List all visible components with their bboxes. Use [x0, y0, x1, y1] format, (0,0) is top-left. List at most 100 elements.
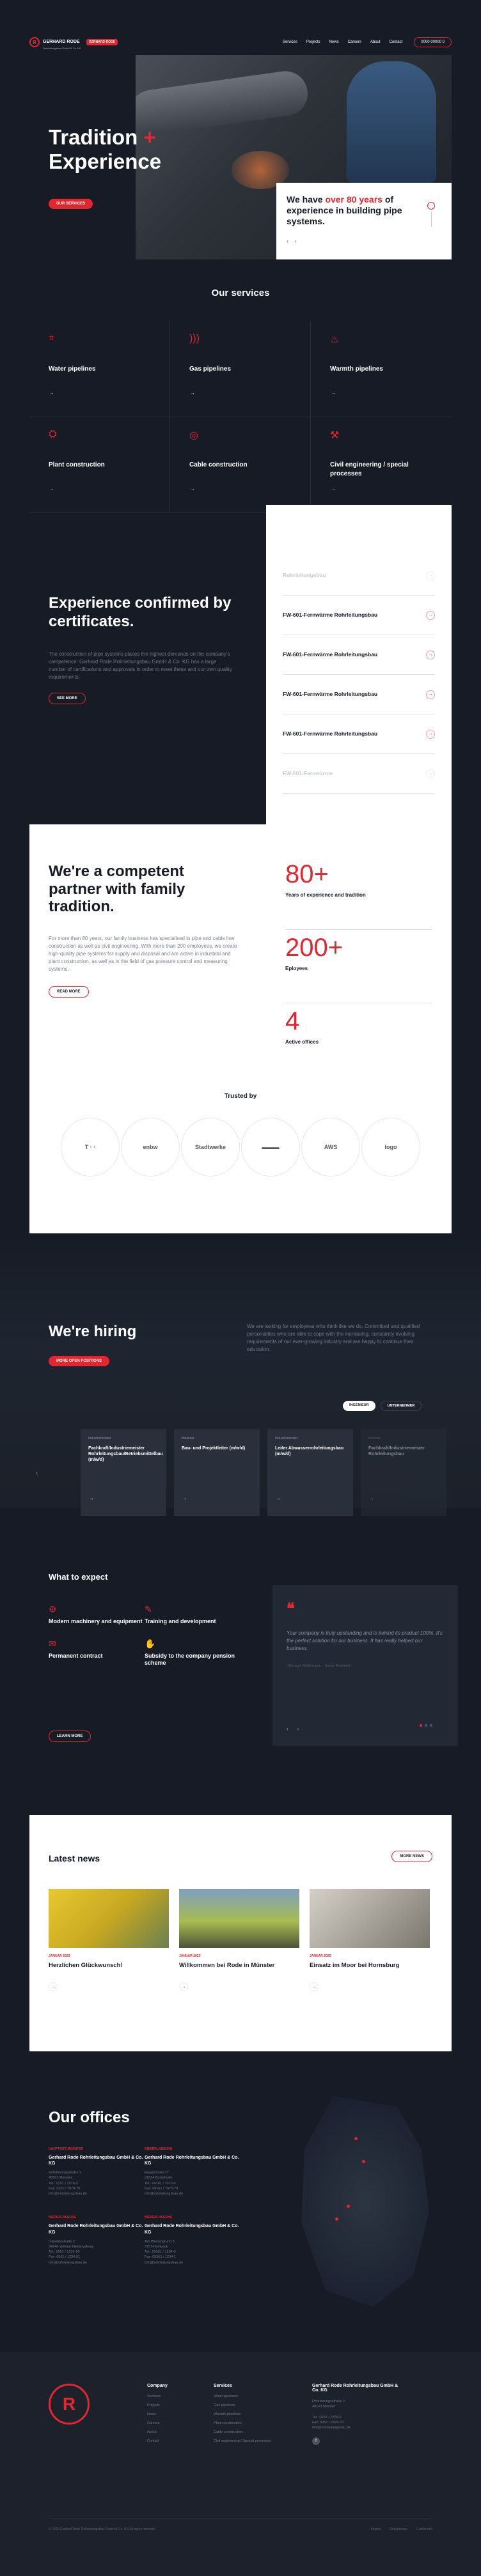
nav-services[interactable]: Services — [283, 40, 297, 44]
job-card[interactable]: Bauleiter Bau- und Projektleiter (m/w/d) → — [174, 1429, 260, 1516]
partner-logo: logo — [361, 1118, 420, 1176]
arrow-right-icon: → — [182, 1496, 187, 1501]
certificates-section: Experience confirmed by certificates. Th… — [29, 505, 452, 824]
footer-link[interactable]: Gas pipelines — [214, 2403, 271, 2407]
footer-link[interactable]: Projects — [147, 2403, 168, 2407]
testimonial-prev-button[interactable]: ‹ — [287, 1726, 288, 1732]
service-water-pipelines[interactable]: ⌗ Water pipelines → — [29, 321, 170, 417]
service-gas-pipelines[interactable]: ))) Gas pipelines → — [170, 321, 311, 417]
scroll-indicator — [427, 202, 435, 227]
certificate-item[interactable]: FW-601-Fernwärme Rohrleitungsbau → — [283, 675, 435, 714]
footer-logo-icon[interactable]: R — [49, 2384, 90, 2425]
stat-offices: 4 Active offices — [285, 1007, 319, 1045]
footer-link[interactable]: Careers — [147, 2421, 168, 2425]
hero-card: We have over 80 years of experience in b… — [276, 183, 452, 259]
certificates-title: Experience confirmed by certificates. — [49, 594, 232, 630]
nav-news[interactable]: News — [329, 40, 339, 44]
footer-link[interactable]: About — [147, 2430, 168, 2434]
footer-link[interactable]: News — [147, 2412, 168, 2416]
nav-projects[interactable]: Projects — [306, 40, 320, 44]
logo[interactable]: R GERHARD RODE Rohrleitungsbau GmbH & Co… — [29, 35, 81, 50]
news-item[interactable]: JANUAR 2022 Einsatz im Moor bei Hornsbur… — [310, 1889, 430, 1992]
service-civil-engineering[interactable]: ⚒ Civil engineering / special processes … — [311, 417, 452, 513]
more-news-button[interactable]: MORE NEWS — [391, 1851, 432, 1862]
certificate-item[interactable]: FW-601-Fernwärme Rohrleitungsbau → — [283, 596, 435, 635]
arrow-right-icon: → — [276, 1496, 281, 1501]
cable-icon: ◎ — [189, 430, 198, 441]
certificate-item[interactable]: FW-601-Fernwärme Rohrleitungsbau → — [283, 714, 435, 754]
arrow-right-icon: → — [190, 486, 195, 491]
site-header: R GERHARD RODE Rohrleitungsbau GmbH & Co… — [29, 29, 452, 55]
job-list: Industriemeister Fachkraft/Industriemeist… — [81, 1429, 446, 1516]
job-card[interactable]: Industriemeister Fachkraft/Industriemeist… — [81, 1429, 166, 1516]
tab-ingenieur[interactable]: INGENIEUR — [343, 1401, 375, 1411]
see-more-button[interactable]: SEE MORE — [49, 692, 86, 704]
footer-link[interactable]: Contact — [147, 2439, 168, 2443]
learn-more-button[interactable]: LEARN MORE — [49, 1731, 91, 1742]
footer-link[interactable]: Warmth pipelines — [214, 2412, 271, 2416]
footer-privacy-link[interactable]: Data privacy — [390, 2527, 407, 2531]
expect-section: What to expect ⚙ Modern machinery and equ… — [29, 1559, 458, 1802]
header-badge: GERHARD RODE — [86, 39, 118, 45]
footer-link[interactable]: Plant construction — [214, 2421, 271, 2425]
about-section: We're a competent partner with family tr… — [29, 824, 452, 1233]
footer-link[interactable]: Water pipelines — [214, 2395, 271, 2398]
news-item[interactable]: JANUAR 2022 Herzlichen Glückwunsch! → — [49, 1889, 169, 1992]
nav-about[interactable]: About — [370, 40, 381, 44]
offices-title: Our offices — [49, 2109, 130, 2126]
footer-cookie-link[interactable]: Cookie info — [416, 2527, 432, 2531]
benefits: ⚙ Modern machinery and equipment ✎ Trainin… — [49, 1604, 240, 1667]
testimonial-author: Christoph Müllermann – Senior Engineer — [287, 1664, 351, 1668]
footer-imprint-link[interactable]: Imprint — [371, 2527, 381, 2531]
service-warmth-pipelines[interactable]: ♨ Warmth pipelines → — [311, 321, 452, 417]
services-title: Our services — [211, 288, 270, 298]
footer-link[interactable]: Civil engineering / Special processes — [214, 2439, 271, 2443]
map-pin-icon[interactable] — [354, 2137, 358, 2140]
certificate-item[interactable]: Rohrleitungsbau → — [283, 556, 435, 596]
service-cable-construction[interactable]: ◎ Cable construction → — [170, 417, 311, 513]
job-card[interactable]: Bauleiter Fachkraft/Industriemeister Rohr… — [361, 1429, 446, 1516]
about-text: For more than 80 years, our family busin… — [49, 935, 237, 972]
nav-careers[interactable]: Careers — [348, 40, 361, 44]
scroll-indicator-icon — [427, 202, 435, 210]
news-image — [310, 1889, 430, 1948]
office-item: HAUPTSITZ MÜNSTER Gerhard Rode Rohrleitun… — [49, 2147, 143, 2196]
footer-link[interactable]: Services — [147, 2395, 168, 2398]
stat-employees: 200+ Eployees — [285, 930, 432, 1003]
footer-link[interactable]: Cable construction — [214, 2430, 271, 2434]
news-list: JANUAR 2022 Herzlichen Glückwunsch! → JA… — [49, 1889, 430, 1992]
tab-unternehmer[interactable]: UNTERNEHMER — [380, 1401, 422, 1411]
certificate-item[interactable]: FW-601-Fernwärme → — [283, 754, 435, 794]
jobs-prev-button[interactable]: ‹ — [36, 1470, 38, 1477]
partner-logo: T · · — [61, 1118, 120, 1176]
hero-title: Tradition + Experience — [49, 125, 162, 173]
testimonial-next-button[interactable]: › — [297, 1726, 299, 1732]
facebook-icon[interactable]: f — [312, 2437, 320, 2445]
hiring-title: We're hiring — [49, 1323, 137, 1340]
copyright: © 2022 Gerhard Rode Rohrleitungsbau GmbH… — [49, 2527, 155, 2531]
arrow-right-icon: → — [369, 1496, 374, 1501]
office-list: HAUPTSITZ MÜNSTER Gerhard Rode Rohrleitun… — [49, 2147, 240, 2265]
hero-prev-button[interactable]: ‹ — [287, 238, 288, 244]
service-plant-construction[interactable]: ⛭ Plant construction → — [29, 417, 170, 513]
job-card[interactable]: Industriemeister Leiter Abwasserrohrleitu… — [267, 1429, 353, 1516]
our-services-button[interactable]: OUR SERVICES — [49, 199, 93, 209]
map-pin-icon[interactable] — [347, 2205, 350, 2208]
trusted-by: Trusted by T · · enbw Stadtwerke ▬▬▬ AWS… — [29, 1093, 452, 1176]
map-pin-icon[interactable] — [362, 2160, 365, 2163]
map-pin-icon[interactable] — [335, 2217, 338, 2221]
news-item[interactable]: JANUAR 2022 Willkommen bei Rode in Münst… — [179, 1889, 299, 1992]
hero-next-button[interactable]: › — [295, 238, 297, 244]
hiring-section: We're hiring MORE OPEN POSITIONS We are … — [0, 1233, 481, 1534]
read-more-button[interactable]: READ MORE — [49, 985, 89, 998]
certificate-item[interactable]: FW-601-Fernwärme Rohrleitungsbau → — [283, 635, 435, 675]
machinery-icon: ⚙ — [49, 1604, 57, 1614]
news-image — [179, 1889, 299, 1948]
arrow-right-icon: → — [426, 769, 435, 778]
arrow-right-icon: → — [426, 571, 435, 580]
phone-contact-button[interactable]: 0000 00000 0 — [414, 37, 452, 47]
more-positions-button[interactable]: MORE OPEN POSITIONS — [49, 1356, 110, 1366]
engineering-icon: ⚒ — [330, 430, 340, 441]
certificates-text: The construction of pipe systems places … — [49, 651, 232, 680]
nav-contact[interactable]: Contact — [390, 40, 403, 44]
